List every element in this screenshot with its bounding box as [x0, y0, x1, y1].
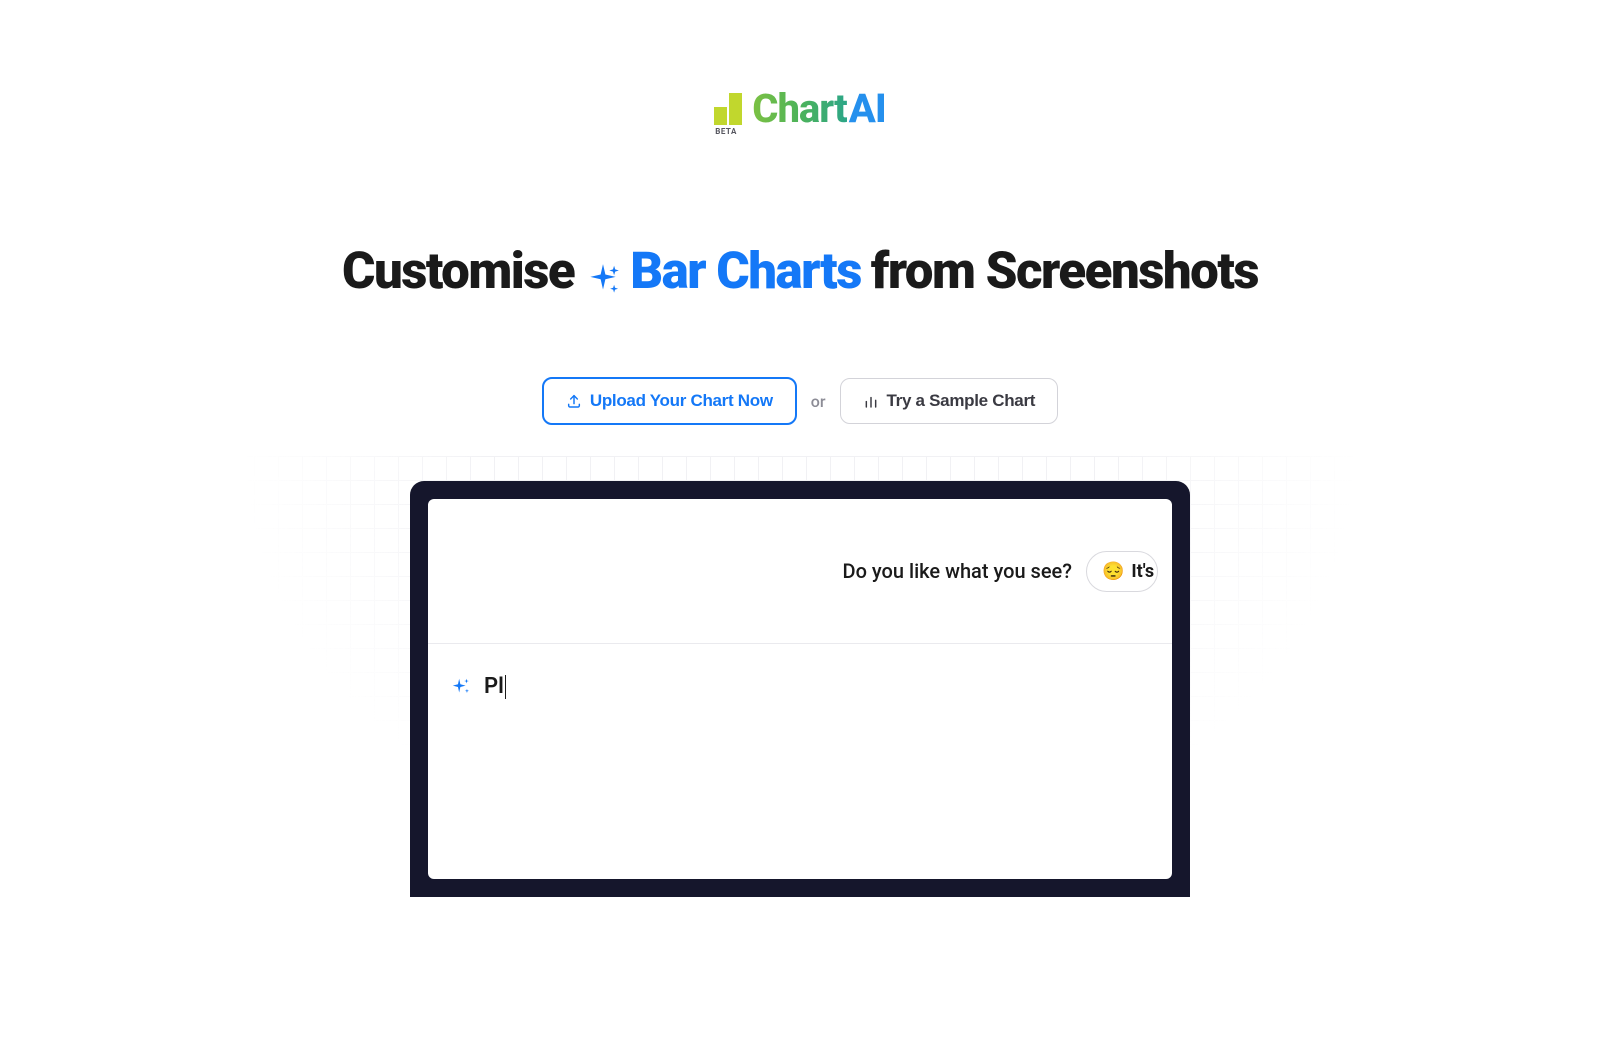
feedback-badge[interactable]: 😔 It's B	[1086, 551, 1158, 592]
cursor-icon	[505, 675, 507, 699]
or-separator: or	[811, 392, 826, 411]
sparkle-icon	[584, 253, 622, 291]
headline: Customise Bar Charts from Screenshots	[342, 242, 1258, 301]
logo: BETA Chart AI	[714, 85, 886, 132]
sample-chart-button[interactable]: Try a Sample Chart	[840, 378, 1059, 424]
preview-input-row: Pl	[428, 644, 1172, 729]
logo-text-ai: AI	[849, 85, 886, 132]
preview-inner: Do you like what you see? 😔 It's B	[428, 499, 1172, 879]
logo-bars-icon: BETA	[714, 93, 742, 125]
upload-icon	[566, 393, 582, 409]
preview-typed-value: Pl	[484, 674, 504, 699]
headline-highlight: Bar Charts	[584, 242, 861, 301]
headline-prefix: Customise	[342, 242, 574, 301]
preview-frame: Do you like what you see? 😔 It's B	[410, 481, 1190, 897]
upload-chart-button[interactable]: Upload Your Chart Now	[542, 377, 797, 425]
sparkle-icon	[450, 676, 472, 698]
logo-beta-label: BETA	[715, 127, 737, 136]
preview-question: Do you like what you see?	[843, 559, 1072, 583]
bar-chart-icon	[863, 393, 879, 409]
upload-chart-label: Upload Your Chart Now	[590, 391, 773, 411]
hero-actions: Upload Your Chart Now or Try a Sample Ch…	[542, 377, 1058, 425]
preview-typed-text: Pl	[484, 674, 506, 699]
preview-container: Do you like what you see? 😔 It's B	[0, 481, 1600, 897]
sample-chart-label: Try a Sample Chart	[887, 391, 1036, 411]
preview-top-row: Do you like what you see? 😔 It's B	[428, 499, 1172, 644]
logo-text-chart: Chart	[752, 85, 847, 132]
headline-suffix: from Screenshots	[871, 242, 1258, 301]
feedback-text: It's B	[1131, 561, 1158, 582]
headline-highlight-text: Bar Charts	[630, 242, 861, 301]
landing-page: BETA Chart AI Customise Bar Charts from …	[0, 0, 1600, 900]
feedback-emoji: 😔	[1102, 561, 1124, 582]
